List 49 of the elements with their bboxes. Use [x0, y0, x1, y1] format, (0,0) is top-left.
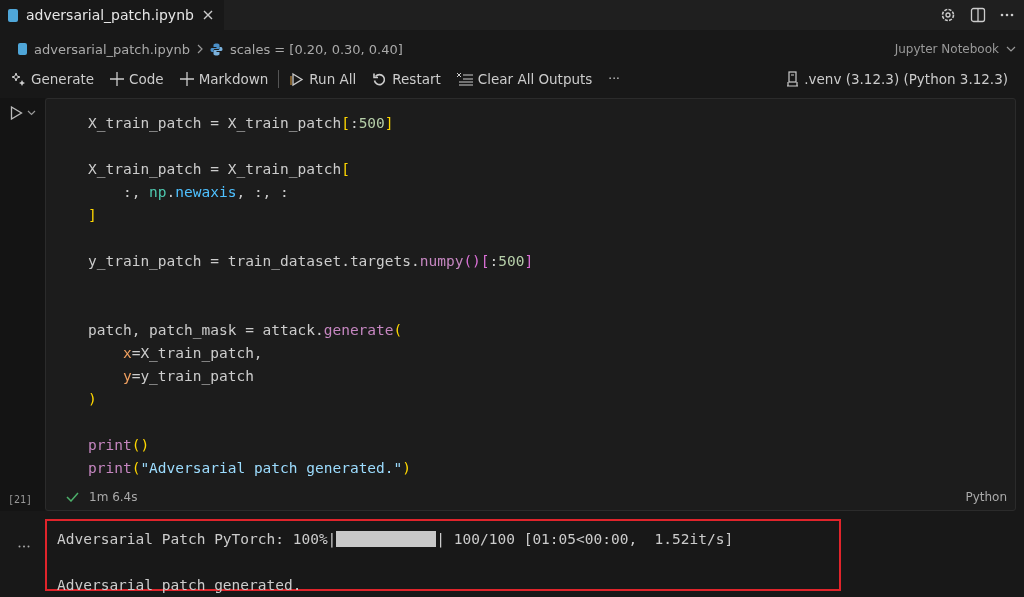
progress-stats: | 100/100 [01:05<00:00, 1.52it/s] [436, 530, 734, 547]
editor-tab[interactable]: adversarial_patch.ipynb [0, 0, 224, 30]
toolbar-button[interactable]: Clear All Outputs [450, 69, 599, 89]
output-text: Adversarial patch generated. [57, 576, 302, 593]
execution-time: 1m 6.4s [89, 490, 138, 504]
code-line: print("Adversarial patch generated.") [88, 459, 412, 478]
more-icon[interactable] [1000, 13, 1014, 17]
toolbar-button[interactable]: Code [104, 69, 170, 89]
plus-icon [179, 72, 194, 86]
toolbar-button[interactable]: Run All [283, 69, 363, 89]
more-icon[interactable] [18, 545, 30, 548]
toolbar-button[interactable]: Generate [6, 69, 101, 89]
more-button[interactable]: ··· [602, 70, 626, 88]
code-line: :, np.newaxis, :, : [121, 183, 289, 202]
code-line: x=X_train_patch, [121, 344, 263, 364]
code-line: X_train_patch = X_train_patch[ [88, 160, 350, 180]
settings-icon[interactable] [940, 7, 956, 23]
progress-label: Adversarial Patch PyTorch: 100%| [57, 530, 337, 547]
code-line: y_train_patch = train_dataset.targets.numpy()[:500] [88, 252, 534, 272]
notebook-icon [8, 8, 18, 22]
close-icon[interactable] [201, 9, 214, 21]
server-icon [786, 71, 800, 87]
language-label[interactable]: Python [965, 490, 1007, 504]
code-line: y=y_train_patch [121, 367, 254, 387]
code-cell[interactable] [45, 98, 1016, 511]
restart-icon [372, 71, 388, 87]
breadcrumb-symbol[interactable]: scales = [0.20, 0.30, 0.40] [229, 41, 403, 57]
toolbar-button[interactable]: Restart [366, 69, 447, 89]
chevron-icon [196, 44, 203, 54]
code-line: print() [88, 436, 150, 455]
clear-outputs-icon [456, 72, 473, 86]
chevron-down-icon[interactable] [27, 110, 36, 116]
breadcrumb-file[interactable]: adversarial_patch.ipynb [34, 41, 190, 57]
notebook-type-label[interactable]: Jupyter Notebook [894, 42, 999, 56]
chevron-down-icon[interactable] [1006, 46, 1016, 52]
code-line: patch, patch_mask = attack.generate( [88, 321, 403, 341]
code-line: X_train_patch = X_train_patch[:500] [88, 114, 394, 134]
notebook-icon [18, 43, 27, 55]
split-editor-icon[interactable] [970, 7, 986, 23]
run-cell-icon[interactable] [10, 106, 23, 120]
execution-count: [21] [8, 494, 33, 505]
run-all-icon [289, 71, 305, 87]
sparkle-icon [12, 72, 26, 86]
code-line: ) [88, 390, 97, 409]
kernel-picker[interactable]: .venv (3.12.3) (Python 3.12.3) [780, 69, 1014, 89]
python-icon [209, 42, 223, 56]
toolbar-button[interactable]: Markdown [173, 69, 275, 89]
plus-icon [110, 72, 125, 86]
code-line: ] [88, 206, 97, 225]
